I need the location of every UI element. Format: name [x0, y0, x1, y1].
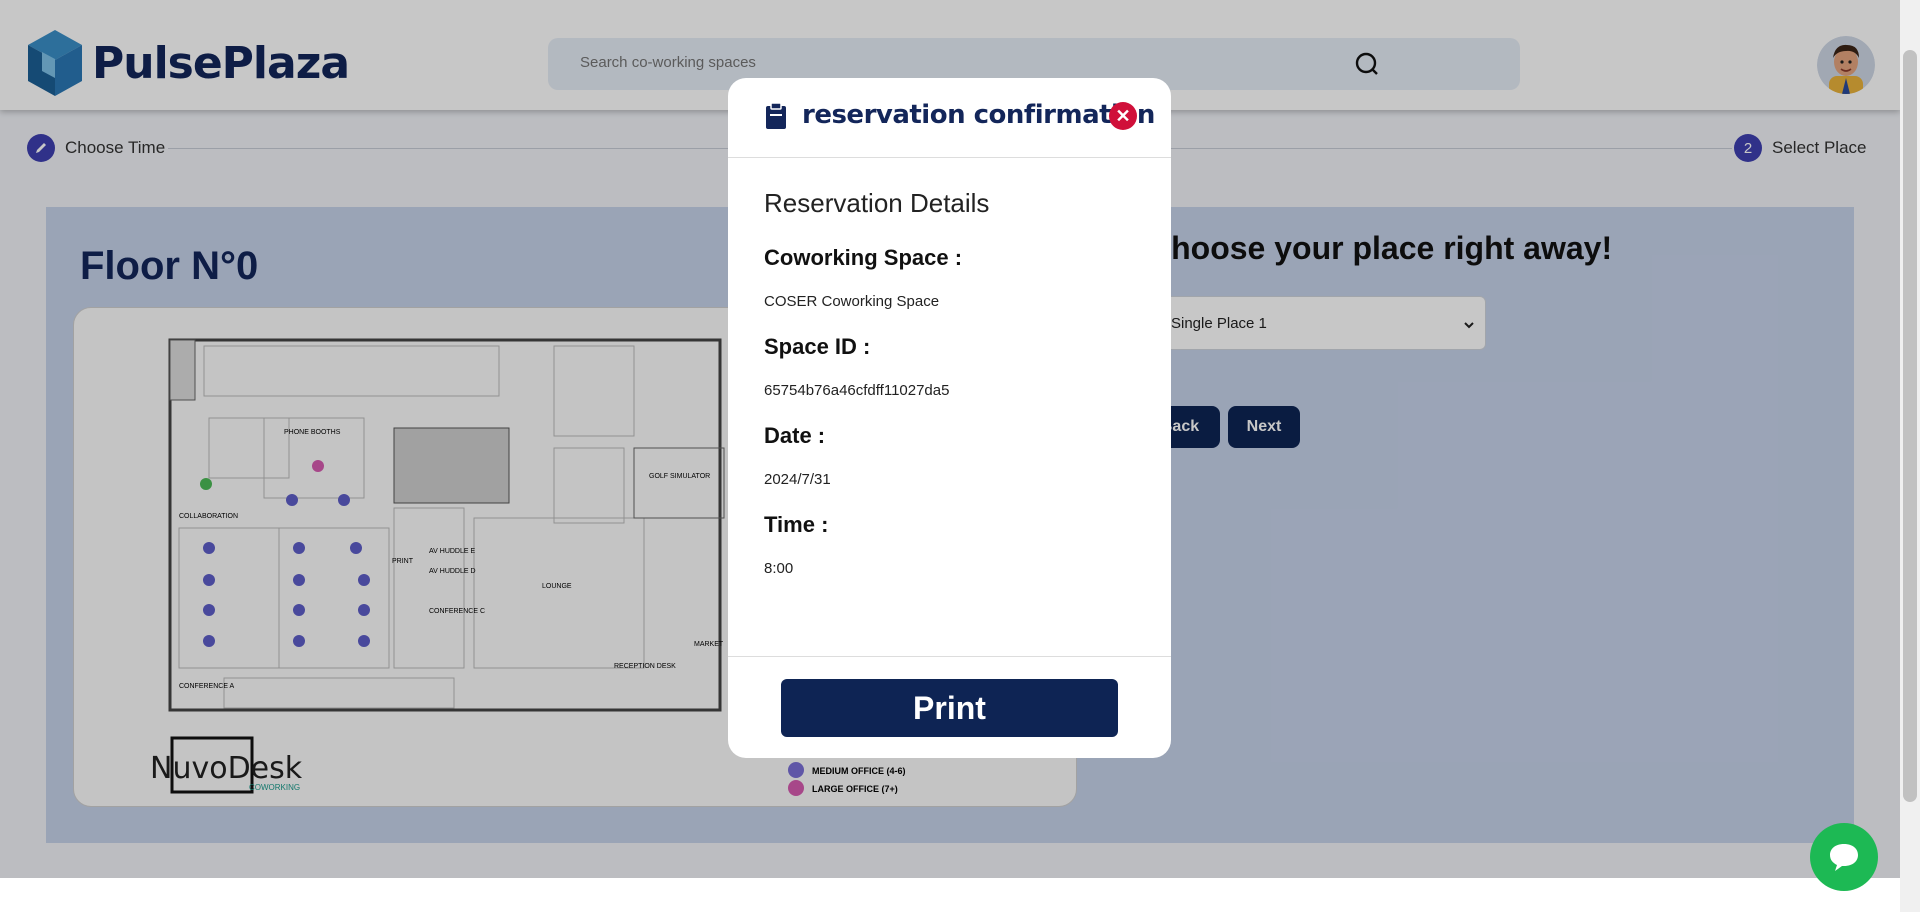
field-value: COSER Coworking Space — [764, 293, 940, 310]
field-label: Time : — [764, 512, 829, 537]
field-label: Date : — [764, 423, 826, 448]
chat-bubble-icon — [1830, 844, 1858, 871]
field-label: Coworking Space : — [764, 245, 963, 270]
field-label: Space ID : — [764, 334, 871, 359]
details-heading: Reservation Details — [764, 188, 990, 218]
print-button[interactable]: Print — [781, 679, 1118, 737]
field-value: 8:00 — [764, 560, 794, 577]
modal-header: reservation confirmation ✕ — [728, 78, 1171, 158]
close-icon[interactable]: ✕ — [1109, 102, 1137, 130]
modal-footer: Print — [728, 656, 1171, 758]
field-value: 2024/7/31 — [764, 471, 831, 488]
clipboard-icon — [764, 102, 788, 135]
field-value: 65754b76a46cfdff11027da5 — [764, 382, 950, 399]
reservation-modal: reservation confirmation ✕ Reservation D… — [728, 78, 1171, 758]
scrollbar-thumb[interactable] — [1903, 50, 1917, 802]
modal-body: Reservation Details Coworking Space : CO… — [764, 188, 1144, 601]
chat-button[interactable] — [1810, 823, 1878, 891]
modal-title: reservation confirmation — [802, 100, 1155, 130]
page-footer — [0, 878, 1900, 912]
